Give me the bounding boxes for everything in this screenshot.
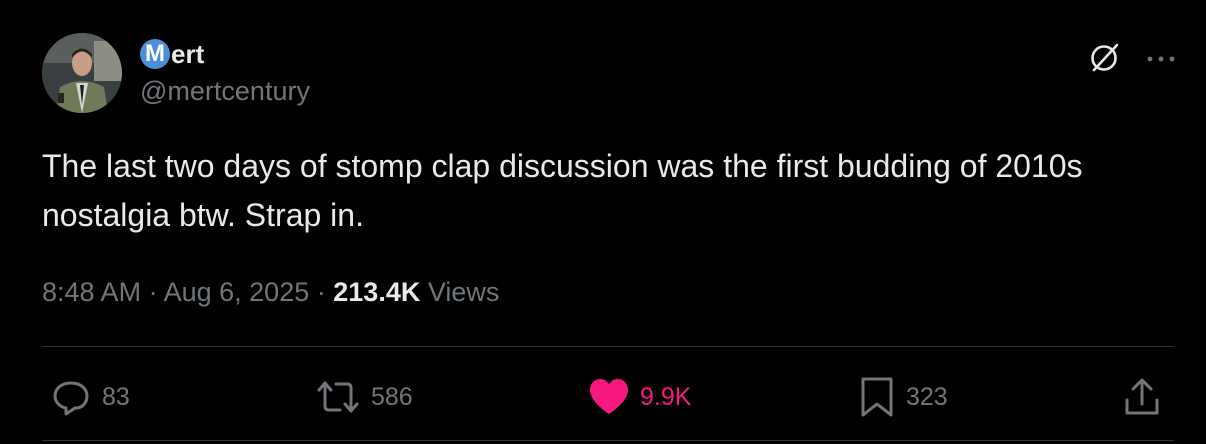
tweet-meta: 8:48 AM · Aug 6, 2025 · 213.4K Views xyxy=(42,276,499,308)
divider xyxy=(42,346,1174,347)
bookmark-count: 323 xyxy=(906,382,948,411)
tweet-time[interactable]: 8:48 AM xyxy=(42,277,141,307)
reply-count: 83 xyxy=(102,382,130,411)
avatar[interactable] xyxy=(42,33,122,113)
views-label: Views xyxy=(427,277,500,307)
more-icon[interactable] xyxy=(1146,51,1176,69)
tweet-text: The last two days of stomp clap discussi… xyxy=(42,148,1083,233)
share-icon xyxy=(1122,376,1162,418)
repost-button[interactable]: 586 xyxy=(315,375,413,419)
reply-icon xyxy=(50,376,92,418)
heart-icon xyxy=(588,377,630,417)
reply-button[interactable]: 83 xyxy=(50,375,130,419)
grok-icon[interactable] xyxy=(1088,40,1122,79)
share-button[interactable] xyxy=(1122,375,1162,419)
like-count: 9.9K xyxy=(640,382,692,411)
views-count: 213.4K xyxy=(333,277,421,307)
like-button[interactable]: 9.9K xyxy=(588,375,691,419)
tweet-date[interactable]: Aug 6, 2025 xyxy=(164,277,310,307)
display-name[interactable]: M ert xyxy=(140,37,204,71)
divider xyxy=(42,440,1174,441)
bookmark-button[interactable]: 323 xyxy=(858,375,948,419)
avatar-image xyxy=(42,33,122,113)
bookmark-icon xyxy=(858,376,896,418)
action-bar: 83 586 9.9K 323 xyxy=(50,375,1176,419)
meta-separator: · xyxy=(316,277,326,307)
meta-separator: · xyxy=(148,277,158,307)
repost-icon xyxy=(315,376,361,418)
user-handle[interactable]: @mertcentury xyxy=(140,78,310,105)
name-initial-badge: M xyxy=(140,39,170,69)
name-text: ert xyxy=(171,39,205,69)
repost-count: 586 xyxy=(371,382,413,411)
top-actions xyxy=(1088,40,1176,79)
